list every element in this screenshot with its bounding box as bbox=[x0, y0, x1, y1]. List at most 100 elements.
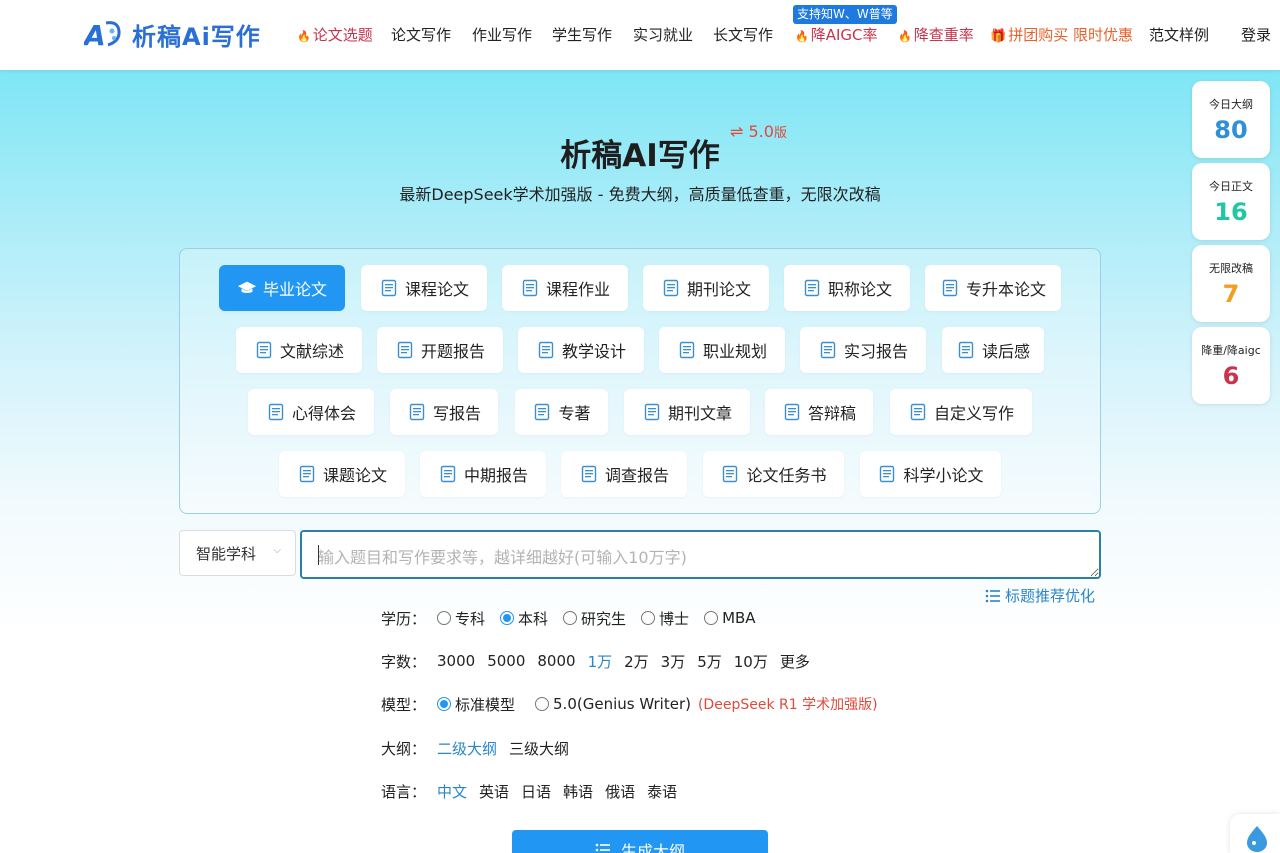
logo-text: 析稿Ai写作 bbox=[132, 22, 261, 51]
nav-item-7[interactable]: 🔥 降查重率 bbox=[898, 24, 974, 48]
logo[interactable]: A 析稿Ai写作 bbox=[84, 14, 261, 54]
category-button[interactable]: 实习报告 bbox=[800, 327, 926, 373]
category-button[interactable]: 专升本论文 bbox=[925, 265, 1061, 311]
word_count-option[interactable]: 1万 bbox=[588, 651, 613, 672]
radio-circle bbox=[500, 611, 515, 625]
word_count-option[interactable]: 5000 bbox=[487, 652, 525, 670]
education-radio[interactable]: 研究生 bbox=[563, 608, 626, 629]
category-button[interactable]: 调查报告 bbox=[561, 451, 687, 497]
language-option[interactable]: 英语 bbox=[479, 781, 509, 802]
login-link[interactable]: 登录 bbox=[1241, 24, 1271, 46]
radio-circle bbox=[563, 611, 578, 625]
category-button[interactable]: 职业规划 bbox=[659, 327, 785, 373]
category-button[interactable]: 心得体会 bbox=[248, 389, 374, 435]
category-button[interactable]: 课程作业 bbox=[502, 265, 628, 311]
category-label: 科学小论文 bbox=[903, 466, 984, 485]
model-radio[interactable]: 标准模型 bbox=[437, 694, 515, 715]
stat-value: 6 bbox=[1222, 362, 1240, 390]
word_count-option[interactable]: 更多 bbox=[780, 651, 810, 672]
chevron-down-icon: ⌵ bbox=[273, 545, 281, 556]
subject-select-value: 智能学科 bbox=[196, 544, 257, 563]
document-icon bbox=[297, 464, 317, 484]
education-radio[interactable]: 专科 bbox=[437, 608, 485, 629]
category-button[interactable]: 读后感 bbox=[942, 327, 1044, 373]
document-icon bbox=[877, 464, 897, 484]
outline-option[interactable]: 三级大纲 bbox=[509, 738, 569, 759]
category-button[interactable]: 期刊文章 bbox=[624, 389, 750, 435]
category-button[interactable]: 自定义写作 bbox=[890, 389, 1032, 435]
category-label: 实习报告 bbox=[843, 342, 908, 361]
category-button[interactable]: 毕业论文 bbox=[219, 265, 345, 311]
category-button[interactable]: 写报告 bbox=[390, 389, 498, 435]
document-icon bbox=[407, 402, 427, 422]
nav-item-4[interactable]: 实习就业 bbox=[633, 24, 693, 46]
category-button[interactable]: 教学设计 bbox=[518, 327, 644, 373]
education-radio[interactable]: 博士 bbox=[641, 608, 689, 629]
category-button[interactable]: 职称论文 bbox=[784, 265, 910, 311]
nav-item-9[interactable]: 范文样例 bbox=[1149, 24, 1209, 46]
nav-item-3[interactable]: 学生写作 bbox=[552, 24, 612, 46]
category-button[interactable]: 专著 bbox=[515, 389, 608, 435]
category-button[interactable]: 课程论文 bbox=[361, 265, 487, 311]
nav-item-0[interactable]: 🔥 论文选题 bbox=[297, 24, 373, 48]
stat-card[interactable]: 今日正文 16 bbox=[1192, 163, 1270, 240]
stat-card[interactable]: 降重/降aigc 6 bbox=[1192, 327, 1270, 404]
stat-card[interactable]: 今日大纲 80 bbox=[1192, 81, 1270, 158]
nav-item-6[interactable]: 🔥 降AIGC率 bbox=[795, 24, 878, 48]
category-label: 论文任务书 bbox=[746, 466, 827, 485]
word_count-row: 字数： 3000 5000 8000 1万 2万 3万 5万 10万 更多 bbox=[381, 650, 822, 672]
flame-icon: 🔥 bbox=[795, 30, 809, 43]
category-button[interactable]: 答辩稿 bbox=[765, 389, 873, 435]
outline-option[interactable]: 二级大纲 bbox=[437, 738, 497, 759]
category-button[interactable]: 论文任务书 bbox=[703, 451, 844, 497]
stat-value: 7 bbox=[1222, 280, 1240, 308]
nav-item-label: 降查重率 bbox=[913, 26, 974, 44]
language-option[interactable]: 日语 bbox=[521, 781, 551, 802]
nav-item-label: 论文选题 bbox=[312, 26, 373, 44]
radio-label: 标准模型 bbox=[455, 695, 516, 714]
language-option[interactable]: 俄语 bbox=[605, 781, 635, 802]
radio-label: 研究生 bbox=[581, 609, 627, 628]
category-button[interactable]: 期刊论文 bbox=[643, 265, 769, 311]
generate-outline-button[interactable]: 生成大纲 bbox=[512, 830, 768, 853]
category-button[interactable]: 开题报告 bbox=[377, 327, 503, 373]
nav-item-5[interactable]: 长文写作 bbox=[713, 24, 773, 46]
education-radio[interactable]: 本科 bbox=[500, 608, 548, 629]
language-option[interactable]: 韩语 bbox=[563, 781, 593, 802]
radio-circle bbox=[704, 611, 719, 625]
category-button[interactable]: 文献综述 bbox=[236, 327, 362, 373]
chat-widget[interactable] bbox=[1230, 814, 1280, 853]
outline-label: 大纲： bbox=[381, 739, 427, 758]
document-icon bbox=[677, 340, 697, 360]
model-note: (DeepSeek R1 学术加强版) bbox=[697, 697, 878, 713]
category-label: 课程论文 bbox=[404, 280, 469, 299]
subject-select[interactable]: 智能学科 ⌵ bbox=[179, 530, 296, 576]
version-number: 5.0 bbox=[748, 122, 774, 141]
category-label: 写报告 bbox=[432, 404, 481, 423]
category-button[interactable]: 科学小论文 bbox=[860, 451, 1001, 497]
nav-item-1[interactable]: 论文写作 bbox=[391, 24, 451, 46]
title-suggest-button[interactable]: 标题推荐优化 bbox=[985, 585, 1095, 606]
language-option[interactable]: 泰语 bbox=[647, 781, 677, 802]
topic-input[interactable] bbox=[300, 530, 1101, 579]
category-button[interactable]: 中期报告 bbox=[420, 451, 546, 497]
language-option[interactable]: 中文 bbox=[437, 781, 467, 802]
document-icon bbox=[379, 278, 399, 298]
radio-circle bbox=[437, 697, 451, 711]
nav-item-8[interactable]: 🎁 拼团购买 限时优惠 bbox=[990, 24, 1133, 48]
word_count-option[interactable]: 10万 bbox=[734, 651, 768, 672]
radio-label: 本科 bbox=[518, 609, 549, 628]
word_count-option[interactable]: 3000 bbox=[437, 652, 475, 670]
category-button[interactable]: 课题论文 bbox=[279, 451, 405, 497]
word_count-option[interactable]: 5万 bbox=[697, 651, 722, 672]
nav-item-label: 学生写作 bbox=[552, 26, 613, 44]
model-radio[interactable]: 5.0(Genius Writer) bbox=[535, 695, 691, 713]
word_count-option[interactable]: 3万 bbox=[661, 651, 686, 672]
nav-item-2[interactable]: 作业写作 bbox=[472, 24, 532, 46]
education-radio[interactable]: MBA bbox=[704, 609, 756, 627]
stat-card[interactable]: 无限改稿 7 bbox=[1192, 245, 1270, 322]
word_count-option[interactable]: 8000 bbox=[537, 652, 575, 670]
page-title: 析稿AI写作 bbox=[560, 138, 720, 174]
word_count-option[interactable]: 2万 bbox=[624, 651, 649, 672]
graduation-cap-icon bbox=[237, 278, 257, 298]
